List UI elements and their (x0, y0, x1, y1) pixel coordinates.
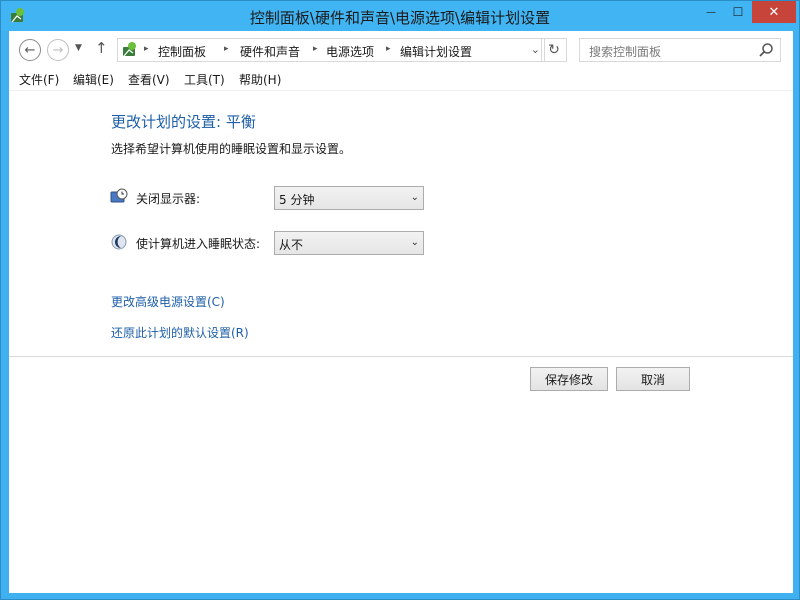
recent-locations-button[interactable]: ▼ (75, 43, 82, 53)
sleep-value: 从不 (279, 238, 304, 252)
close-icon: ✕ (768, 4, 780, 20)
main-content: 更改计划的设置: 平衡 选择希望计算机使用的睡眠设置和显示设置。 关闭显示器: … (9, 91, 793, 593)
display-off-value: 5 分钟 (279, 193, 315, 207)
window-title: 控制面板\硬件和声音\电源选项\编辑计划设置 (249, 9, 551, 27)
back-arrow-icon: ← (24, 42, 36, 58)
monitor-clock-icon (110, 188, 128, 203)
breadcrumb-separator-icon[interactable]: ▸ (224, 44, 229, 54)
menu-file[interactable]: 文件(F) (19, 71, 59, 88)
maximize-icon: ☐ (732, 5, 744, 19)
advanced-settings-link[interactable]: 更改高级电源设置(C) (111, 293, 225, 310)
client-area: ← → ▼ ↑ ▸ 控制面板 ▸ 硬件和声音 ▸ 电源选项 ▸ 编辑计划设置 ⌄ (9, 31, 793, 593)
breadcrumb-power-options[interactable]: 电源选项 (326, 43, 374, 60)
refresh-button[interactable]: ↻ (541, 38, 567, 62)
breadcrumb-separator-icon: ▸ (144, 44, 149, 54)
breadcrumb-separator-icon[interactable]: ▸ (386, 44, 391, 54)
page-title: 更改计划的设置: 平衡 (111, 113, 256, 131)
restore-defaults-link[interactable]: 还原此计划的默认设置(R) (111, 324, 249, 341)
breadcrumb-separator-icon[interactable]: ▸ (313, 44, 318, 54)
sleep-label: 使计算机进入睡眠状态: (136, 237, 261, 251)
breadcrumb-control-panel[interactable]: 控制面板 (158, 43, 206, 60)
menu-view[interactable]: 查看(V) (128, 71, 170, 88)
control-panel-icon (123, 42, 136, 57)
refresh-icon: ↻ (548, 42, 560, 58)
forward-button[interactable]: → (47, 39, 69, 61)
up-button[interactable]: ↑ (95, 39, 108, 57)
menu-bar: 文件(F) 编辑(E) 查看(V) 工具(T) 帮助(H) (9, 67, 793, 91)
search-placeholder: 搜索控制面板 (589, 45, 662, 59)
minimize-button[interactable]: — (697, 1, 725, 23)
display-off-label: 关闭显示器: (136, 192, 201, 206)
divider (9, 356, 793, 357)
minimize-icon: — (706, 6, 716, 18)
menu-edit[interactable]: 编辑(E) (73, 71, 114, 88)
menu-tools[interactable]: 工具(T) (184, 71, 225, 88)
cancel-button[interactable]: 取消 (616, 367, 690, 391)
address-dropdown-icon[interactable]: ⌄ (531, 43, 540, 56)
title-bar[interactable]: 控制面板\硬件和声音\电源选项\编辑计划设置 — ☐ ✕ (1, 1, 799, 31)
moon-icon (111, 234, 127, 250)
up-arrow-icon: ↑ (95, 39, 108, 57)
close-button[interactable]: ✕ (752, 1, 796, 23)
breadcrumb-edit-plan[interactable]: 编辑计划设置 (400, 43, 472, 60)
chevron-down-icon: ▼ (75, 43, 82, 53)
menu-help[interactable]: 帮助(H) (239, 71, 281, 88)
sleep-select[interactable]: 从不 ⌄ (274, 231, 424, 255)
chevron-down-icon: ⌄ (410, 237, 419, 248)
search-input[interactable]: 搜索控制面板 (579, 38, 781, 62)
chevron-down-icon: ⌄ (410, 192, 419, 203)
search-icon[interactable] (758, 42, 774, 58)
display-off-select[interactable]: 5 分钟 ⌄ (274, 186, 424, 210)
page-subtitle: 选择希望计算机使用的睡眠设置和显示设置。 (111, 142, 352, 156)
window: 控制面板\硬件和声音\电源选项\编辑计划设置 — ☐ ✕ ← → ▼ ↑ ▸ 控… (0, 0, 800, 600)
address-bar[interactable]: ▸ 控制面板 ▸ 硬件和声音 ▸ 电源选项 ▸ 编辑计划设置 ⌄ (117, 38, 545, 62)
back-button[interactable]: ← (19, 39, 41, 61)
navigation-bar: ← → ▼ ↑ ▸ 控制面板 ▸ 硬件和声音 ▸ 电源选项 ▸ 编辑计划设置 ⌄ (9, 31, 793, 67)
breadcrumb-hardware-sound[interactable]: 硬件和声音 (240, 43, 300, 60)
forward-arrow-icon: → (52, 42, 64, 58)
maximize-button[interactable]: ☐ (725, 1, 751, 23)
save-changes-button[interactable]: 保存修改 (530, 367, 608, 391)
